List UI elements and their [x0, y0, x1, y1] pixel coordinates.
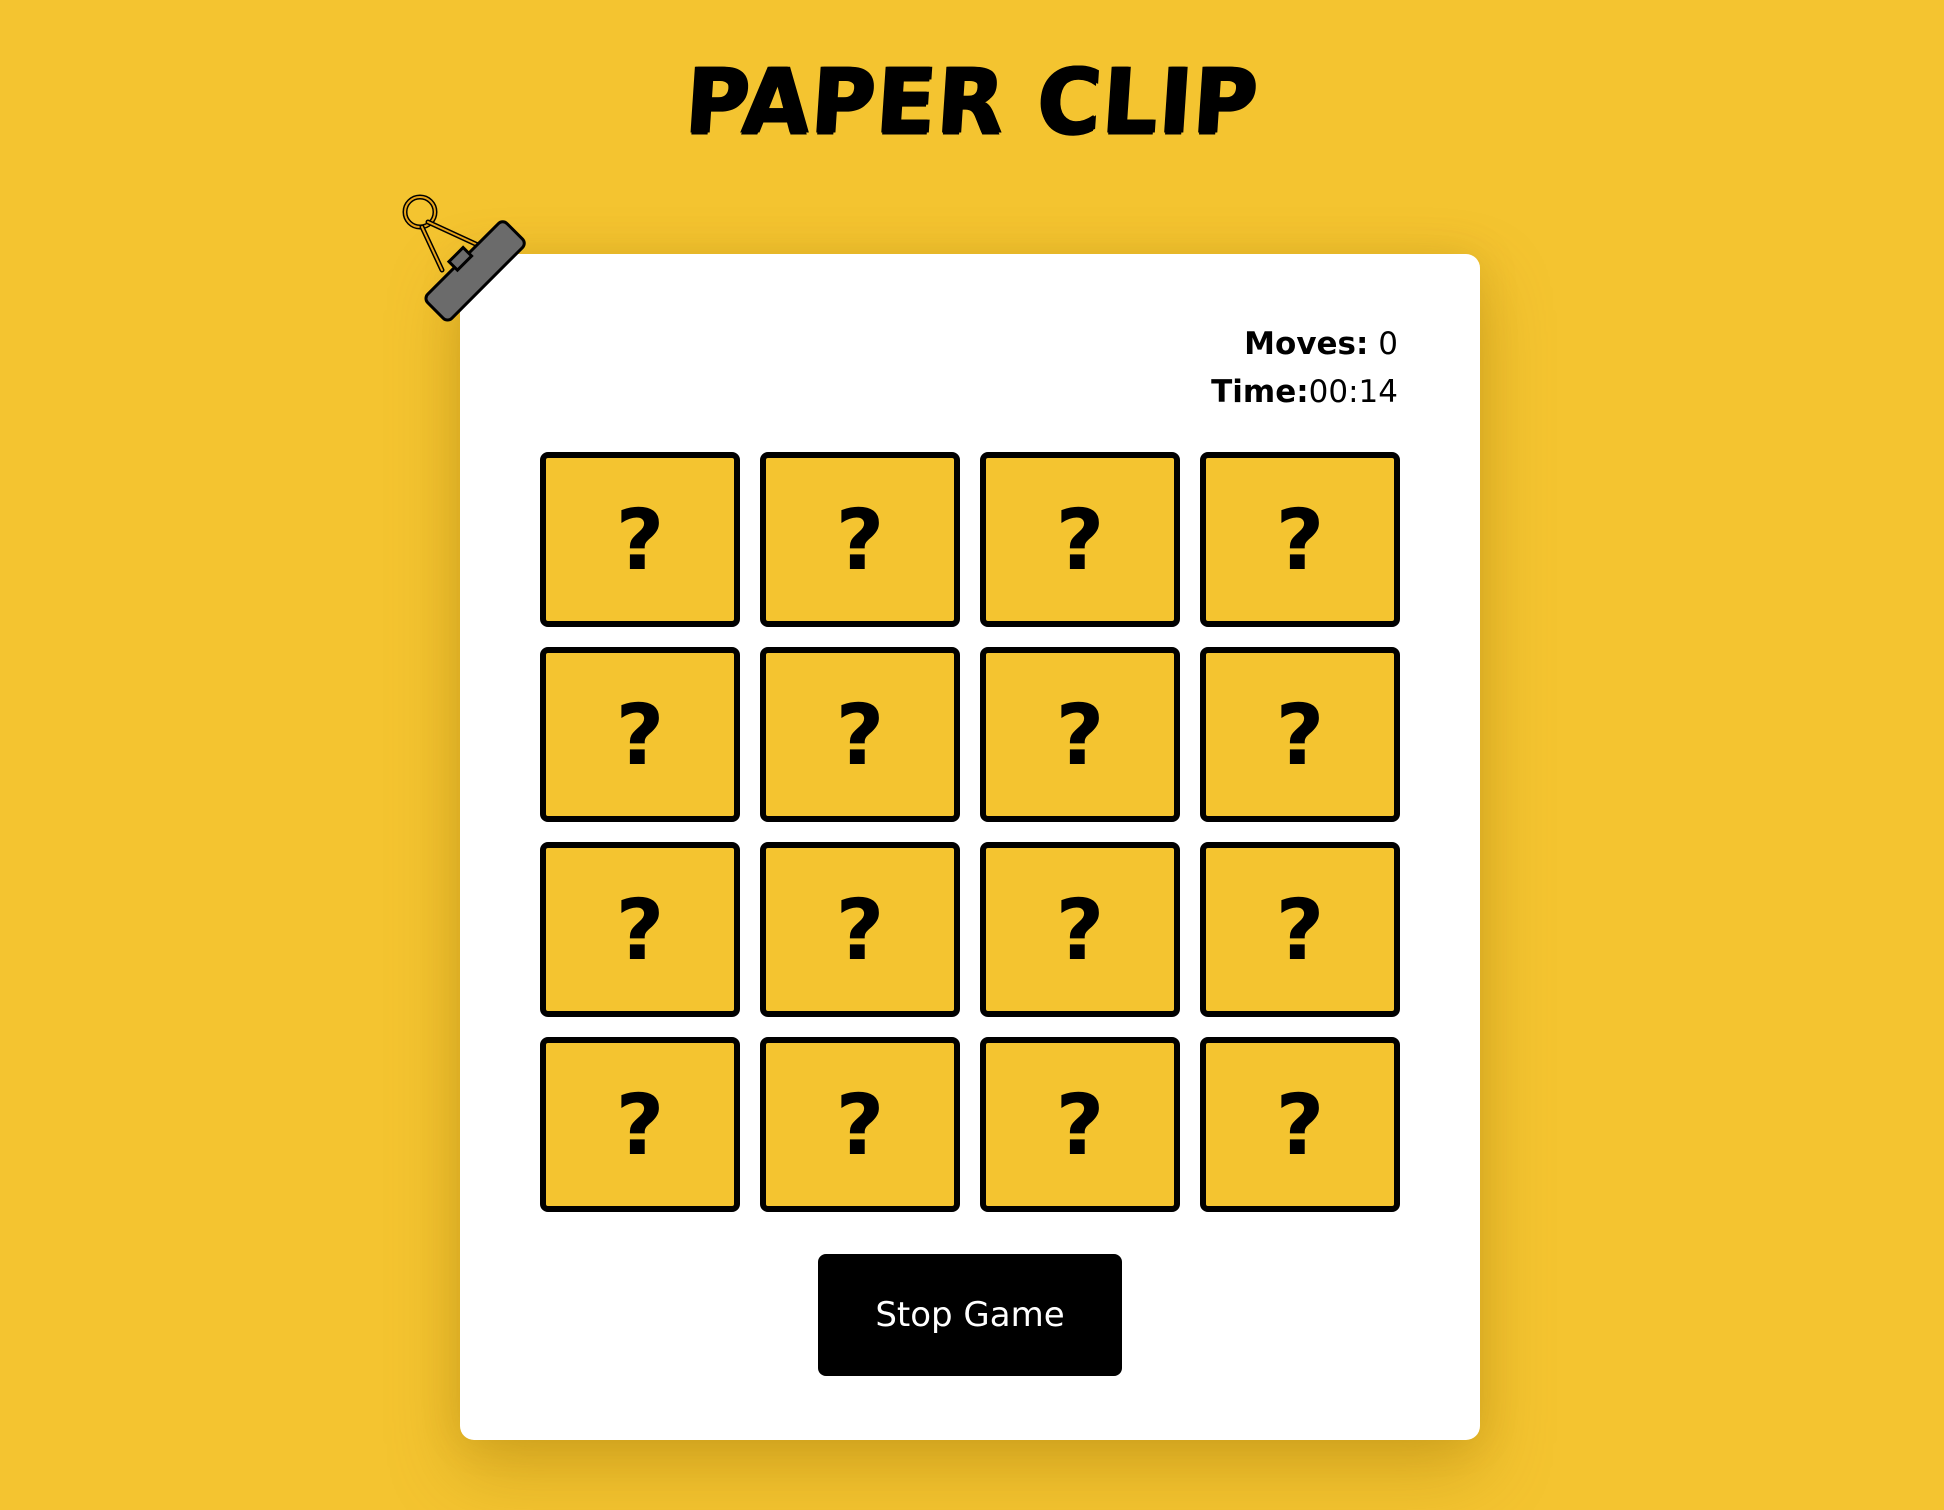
question-mark: ?	[1275, 685, 1325, 784]
memory-card[interactable]: ?	[760, 1037, 960, 1212]
memory-card[interactable]: ?	[980, 452, 1180, 627]
time-row: Time:00:14	[1211, 368, 1398, 416]
question-mark: ?	[615, 490, 665, 589]
question-mark: ?	[1275, 1075, 1325, 1174]
moves-row: Moves: 0	[1211, 320, 1398, 368]
page-title: PAPER CLIP	[682, 49, 1262, 155]
question-mark: ?	[835, 685, 885, 784]
question-mark: ?	[615, 685, 665, 784]
question-mark: ?	[1055, 490, 1105, 589]
question-mark: ?	[1055, 1075, 1105, 1174]
game-panel: Moves: 0 Time:00:14 ? ? ? ? ? ? ? ? ? ? …	[460, 254, 1480, 1440]
card-grid: ? ? ? ? ? ? ? ? ? ? ? ? ? ? ? ?	[540, 452, 1400, 1212]
stats-panel: Moves: 0 Time:00:14	[1211, 320, 1398, 416]
question-mark: ?	[615, 880, 665, 979]
memory-card[interactable]: ?	[980, 1037, 1180, 1212]
memory-card[interactable]: ?	[1200, 647, 1400, 822]
binder-clip-icon	[402, 194, 526, 322]
memory-card[interactable]: ?	[540, 1037, 740, 1212]
memory-card[interactable]: ?	[760, 647, 960, 822]
memory-card[interactable]: ?	[1200, 842, 1400, 1017]
memory-card[interactable]: ?	[760, 842, 960, 1017]
memory-card[interactable]: ?	[540, 647, 740, 822]
question-mark: ?	[835, 490, 885, 589]
memory-card[interactable]: ?	[760, 452, 960, 627]
memory-card[interactable]: ?	[540, 452, 740, 627]
time-label: Time:	[1211, 374, 1309, 410]
stop-game-button[interactable]: Stop Game	[818, 1254, 1122, 1376]
memory-card[interactable]: ?	[1200, 1037, 1400, 1212]
question-mark: ?	[615, 1075, 665, 1174]
question-mark: ?	[1055, 685, 1105, 784]
moves-value: 0	[1378, 326, 1398, 362]
question-mark: ?	[835, 1075, 885, 1174]
memory-card[interactable]: ?	[1200, 452, 1400, 627]
memory-card[interactable]: ?	[540, 842, 740, 1017]
question-mark: ?	[1055, 880, 1105, 979]
question-mark: ?	[1275, 490, 1325, 589]
question-mark: ?	[1275, 880, 1325, 979]
memory-card[interactable]: ?	[980, 842, 1180, 1017]
time-value: 00:14	[1308, 374, 1398, 410]
memory-card[interactable]: ?	[980, 647, 1180, 822]
moves-label: Moves:	[1244, 326, 1369, 362]
question-mark: ?	[835, 880, 885, 979]
